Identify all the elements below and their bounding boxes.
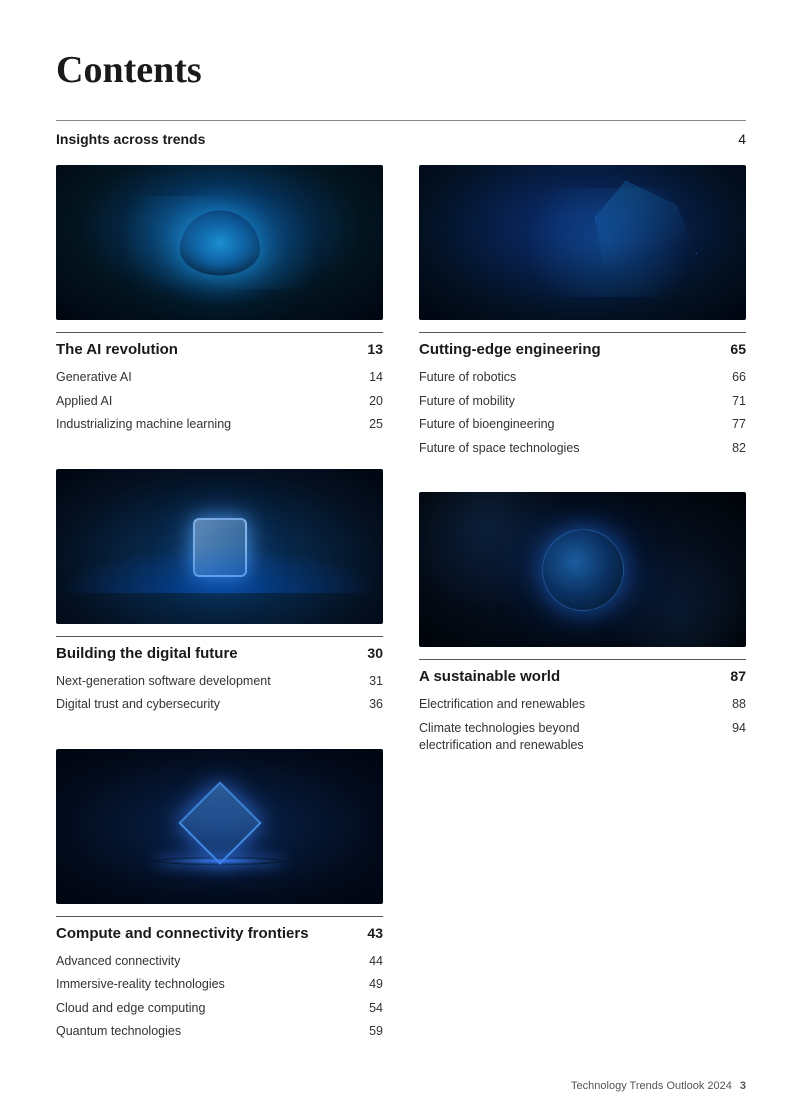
sub-item-label: Future of bioengineering [419, 416, 555, 434]
compute-page-num: 43 [367, 925, 383, 941]
sub-item-label: Future of mobility [419, 393, 515, 411]
engineering-sub-items: Future of robotics 66 Future of mobility 71… [419, 366, 746, 460]
sub-item-page: 49 [358, 977, 383, 991]
insights-label: Insights across trends [56, 131, 205, 147]
list-item: Electrification and renewables 88 [419, 693, 746, 717]
engineering-image [419, 165, 746, 320]
section-digital: Building the digital future 30 Next-genera… [56, 469, 383, 717]
engineering-title: Cutting-edge engineering [419, 341, 601, 358]
compute-image [56, 749, 383, 904]
sustainable-image [419, 492, 746, 647]
section-engineering: Cutting-edge engineering 65 Future of robo… [419, 165, 746, 460]
list-item: Industrializing machine learning 25 [56, 413, 383, 437]
list-item: Next-generation software development 31 [56, 670, 383, 694]
ai-sub-items: Generative AI 14 Applied AI 20 Industrializi… [56, 366, 383, 437]
list-item: Future of mobility 71 [419, 390, 746, 414]
sub-item-page: 88 [721, 697, 746, 711]
ai-header-row: The AI revolution 13 [56, 332, 383, 358]
sub-item-page: 59 [358, 1024, 383, 1038]
ai-image [56, 165, 383, 320]
list-item: Advanced connectivity 44 [56, 950, 383, 974]
section-sustainable: A sustainable world 87 Electrification and… [419, 492, 746, 758]
content-columns: The AI revolution 13 Generative AI 14 Applie… [56, 165, 746, 1076]
list-item: Climate technologies beyond electrificat… [419, 717, 746, 758]
sub-item-page: 82 [721, 441, 746, 455]
sub-item-label: Future of robotics [419, 369, 516, 387]
left-column: The AI revolution 13 Generative AI 14 Applie… [56, 165, 383, 1076]
compute-title: Compute and connectivity frontiers [56, 925, 309, 942]
sub-item-label: Generative AI [56, 369, 132, 387]
list-item: Quantum technologies 59 [56, 1020, 383, 1044]
sub-item-label: Future of space technologies [419, 440, 580, 458]
engineering-header-row: Cutting-edge engineering 65 [419, 332, 746, 358]
section-compute: Compute and connectivity frontiers 43 Adva… [56, 749, 383, 1044]
sub-item-page: 14 [358, 370, 383, 384]
sub-item-label: Next-generation software development [56, 673, 271, 691]
sub-item-label: Digital trust and cybersecurity [56, 696, 220, 714]
sub-item-label: Industrializing machine learning [56, 416, 231, 434]
right-column: Cutting-edge engineering 65 Future of robo… [419, 165, 746, 1076]
sub-item-page: 77 [721, 417, 746, 431]
sub-item-label: Quantum technologies [56, 1023, 181, 1041]
footer-text: Technology Trends Outlook 2024 [571, 1080, 732, 1092]
sustainable-sub-items: Electrification and renewables 88 Climate … [419, 693, 746, 758]
sub-item-label: Immersive-reality technologies [56, 976, 225, 994]
page: Contents Insights across trends 4 The AI… [0, 0, 802, 1116]
list-item: Future of space technologies 82 [419, 437, 746, 461]
sub-item-page: 31 [358, 674, 383, 688]
sub-item-page: 25 [358, 417, 383, 431]
ai-page-num: 13 [367, 341, 383, 357]
sub-item-page: 94 [721, 721, 746, 735]
footer-page: 3 [740, 1080, 746, 1092]
section-ai: The AI revolution 13 Generative AI 14 Applie… [56, 165, 383, 437]
compute-sub-items: Advanced connectivity 44 Immersive-reality… [56, 950, 383, 1044]
page-title: Contents [56, 48, 746, 92]
digital-title: Building the digital future [56, 645, 238, 662]
footer: Technology Trends Outlook 2024 3 [571, 1080, 746, 1092]
sub-item-label: Electrification and renewables [419, 696, 585, 714]
digital-image [56, 469, 383, 624]
ai-title: The AI revolution [56, 341, 178, 358]
digital-header-row: Building the digital future 30 [56, 636, 383, 662]
sub-item-page: 44 [358, 954, 383, 968]
sub-item-page: 66 [721, 370, 746, 384]
sub-item-label: Applied AI [56, 393, 112, 411]
sub-item-page: 71 [721, 394, 746, 408]
list-item: Generative AI 14 [56, 366, 383, 390]
list-item: Digital trust and cybersecurity 36 [56, 693, 383, 717]
sub-item-page: 20 [358, 394, 383, 408]
sustainable-page-num: 87 [730, 668, 746, 684]
sub-item-label: Advanced connectivity [56, 953, 180, 971]
list-item: Cloud and edge computing 54 [56, 997, 383, 1021]
sub-item-page: 36 [358, 697, 383, 711]
insights-page: 4 [738, 131, 746, 147]
digital-sub-items: Next-generation software development 31 Di… [56, 670, 383, 717]
list-item: Future of bioengineering 77 [419, 413, 746, 437]
sustainable-title: A sustainable world [419, 668, 560, 685]
list-item: Future of robotics 66 [419, 366, 746, 390]
engineering-page-num: 65 [730, 341, 746, 357]
sub-item-page: 54 [358, 1001, 383, 1015]
sub-item-label: Cloud and edge computing [56, 1000, 205, 1018]
insights-row: Insights across trends 4 [56, 120, 746, 147]
compute-header-row: Compute and connectivity frontiers 43 [56, 916, 383, 942]
digital-page-num: 30 [367, 645, 383, 661]
sub-item-label: Climate technologies beyond electrificat… [419, 720, 639, 755]
list-item: Immersive-reality technologies 49 [56, 973, 383, 997]
list-item: Applied AI 20 [56, 390, 383, 414]
sustainable-header-row: A sustainable world 87 [419, 659, 746, 685]
